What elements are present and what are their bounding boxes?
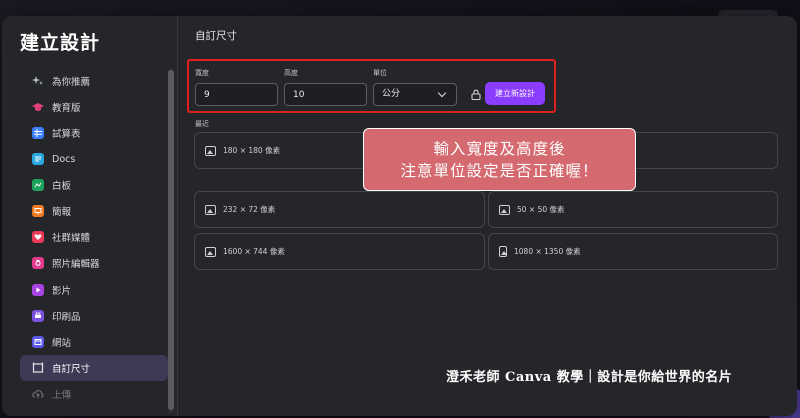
recent-size-card[interactable]: 1080 × 1350 像素 bbox=[488, 233, 778, 270]
sidebar-item-photo-editor[interactable]: 照片編輯器 bbox=[20, 251, 168, 277]
sidebar-item-recommended[interactable]: 為你推薦 bbox=[20, 68, 168, 94]
sparkle-icon bbox=[32, 75, 44, 87]
upload-icon bbox=[32, 388, 44, 400]
highlight-annotation-box bbox=[187, 59, 556, 113]
sidebar-item-education[interactable]: 教育版 bbox=[20, 94, 168, 120]
sidebar-item-label: 上傳 bbox=[52, 389, 72, 401]
panel-title: 自訂尺寸 bbox=[195, 30, 237, 42]
sidebar-item-presentation[interactable]: 簡報 bbox=[20, 198, 168, 224]
dialog-title: 建立設計 bbox=[20, 32, 101, 54]
sidebar-item-video[interactable]: 影片 bbox=[20, 277, 168, 303]
callout-line: 注意單位設定是否正確喔！ bbox=[400, 161, 599, 180]
sidebar-item-label: 社群媒體 bbox=[52, 233, 91, 245]
image-icon bbox=[205, 204, 216, 215]
sidebar-item-social-media[interactable]: 社群媒體 bbox=[20, 225, 168, 251]
sidebar-item-website[interactable]: 網站 bbox=[20, 329, 168, 355]
sidebar: 建立設計 為你推薦 教育版 試算表 Docs 白板 簡報 社群媒體 照片編輯器 … bbox=[2, 16, 177, 416]
recent-size-label: 1080 × 1350 像素 bbox=[514, 247, 581, 256]
image-icon bbox=[499, 204, 510, 215]
callout-line: 輸入寬度及高度後 bbox=[433, 139, 566, 158]
recent-size-label: 50 × 50 像素 bbox=[517, 205, 565, 214]
sidebar-item-label: 教育版 bbox=[52, 102, 81, 114]
sidebar-item-upload[interactable]: 上傳 bbox=[20, 381, 168, 407]
whiteboard-icon bbox=[32, 179, 44, 192]
sidebar-item-custom-size[interactable]: 自訂尺寸 bbox=[20, 355, 168, 381]
sidebar-item-spreadsheet[interactable]: 試算表 bbox=[20, 120, 168, 146]
recent-size-label: 180 × 180 像素 bbox=[223, 146, 281, 155]
graduation-cap-icon bbox=[32, 101, 44, 113]
sidebar-item-label: 影片 bbox=[52, 285, 72, 297]
recent-size-card[interactable]: 232 × 72 像素 bbox=[194, 191, 485, 228]
table-icon bbox=[32, 126, 44, 139]
sidebar-item-label: 簡報 bbox=[52, 207, 72, 219]
sidebar-item-label: 網站 bbox=[52, 337, 72, 349]
sidebar-item-print[interactable]: 印刷品 bbox=[20, 303, 168, 329]
document-icon bbox=[32, 153, 44, 166]
heart-icon bbox=[32, 231, 44, 244]
sidebar-item-whiteboard[interactable]: 白板 bbox=[20, 172, 168, 198]
presentation-icon bbox=[32, 205, 44, 218]
sidebar-item-label: 白板 bbox=[52, 181, 72, 193]
watermark-caption: 澄禾老師 Canva 教學｜設計是你給世界的名片 bbox=[446, 370, 733, 385]
recent-size-card[interactable]: 50 × 50 像素 bbox=[488, 191, 778, 228]
website-icon bbox=[32, 335, 44, 348]
sidebar-item-label: 為你推薦 bbox=[52, 76, 91, 88]
sidebar-scrollbar-thumb[interactable] bbox=[168, 70, 174, 410]
create-design-dialog: 建立設計 為你推薦 教育版 試算表 Docs 白板 簡報 社群媒體 照片編輯器 … bbox=[2, 16, 797, 416]
sidebar-list: 為你推薦 教育版 試算表 Docs 白板 簡報 社群媒體 照片編輯器 影片 印刷… bbox=[20, 68, 168, 407]
image-icon bbox=[205, 145, 216, 156]
sidebar-item-label: 印刷品 bbox=[52, 311, 81, 323]
recent-size-card[interactable]: 1600 × 744 像素 bbox=[194, 233, 485, 270]
recent-size-label: 232 × 72 像素 bbox=[223, 205, 276, 214]
image-icon bbox=[205, 246, 216, 257]
portrait-image-icon bbox=[499, 246, 507, 257]
sidebar-item-label: 試算表 bbox=[52, 128, 81, 140]
sidebar-item-label: Docs bbox=[52, 153, 76, 165]
video-icon bbox=[32, 283, 44, 296]
print-icon bbox=[32, 309, 44, 322]
recent-size-label: 1600 × 744 像素 bbox=[223, 247, 285, 256]
sidebar-item-label: 照片編輯器 bbox=[52, 259, 100, 271]
photo-editor-icon bbox=[32, 257, 44, 270]
recent-label: 最近 bbox=[195, 120, 209, 128]
sidebar-item-docs[interactable]: Docs bbox=[20, 146, 168, 172]
tip-callout: 輸入寬度及高度後 注意單位設定是否正確喔！ bbox=[363, 128, 636, 191]
sidebar-item-label: 自訂尺寸 bbox=[52, 363, 91, 375]
custom-size-icon bbox=[32, 362, 44, 374]
custom-size-panel: 自訂尺寸 寬度 高度 單位 公分 建立新設計 最近 180 × 180 像素 bbox=[178, 16, 797, 416]
